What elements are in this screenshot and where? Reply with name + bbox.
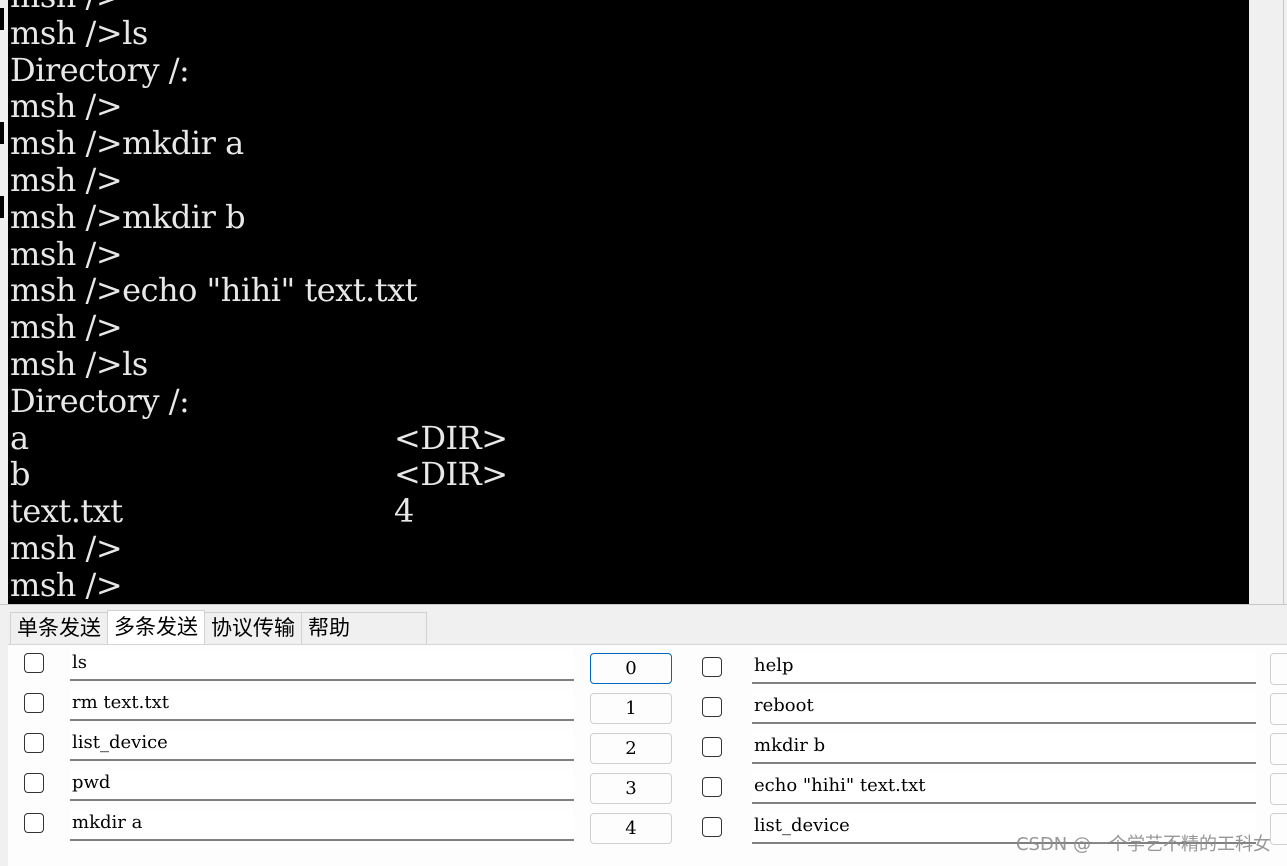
terminal-line: msh /> — [10, 160, 123, 199]
right-command-input[interactable]: reboot — [752, 692, 1256, 724]
terminal-line: msh />ls — [10, 13, 148, 52]
left-window-edge — [0, 0, 8, 604]
terminal-line: msh /> — [10, 0, 1249, 15]
right-row-checkbox[interactable] — [702, 777, 722, 797]
terminal-output[interactable]: msh />msh />lsDirectory /:msh />msh />mk… — [8, 0, 1249, 604]
left-edge-mark — [0, 8, 4, 30]
tab-1[interactable]: 多条发送 — [107, 610, 205, 644]
terminal-line: Directory /: — [10, 50, 190, 89]
terminal-line: msh />mkdir b — [10, 197, 246, 236]
terminal-line: Directory /: — [10, 381, 190, 420]
directory-entry-name: a — [10, 418, 29, 457]
terminal-line: msh /> — [10, 87, 123, 126]
left-command-input[interactable]: pwd — [70, 769, 574, 801]
right-row-checkbox[interactable] — [702, 737, 722, 757]
terminal-line: text.txt 4 — [10, 493, 1249, 530]
terminal-text: msh />msh />lsDirectory /:msh />msh />mk… — [10, 0, 1249, 604]
directory-entry-name: text.txt — [10, 492, 123, 531]
directory-entry-info: 4 — [394, 492, 414, 531]
tab-strip-filler — [356, 612, 427, 644]
terminal-line: a <DIR> — [10, 418, 1249, 457]
terminal-line: msh /> — [10, 234, 123, 273]
right-send-button[interactable] — [1270, 653, 1287, 685]
right-command-input[interactable]: help — [752, 652, 1256, 684]
directory-entry-name: b — [10, 455, 30, 494]
right-command-input[interactable]: echo "hihi" text.txt — [752, 772, 1256, 804]
terminal-line: msh />mkdir a — [10, 124, 244, 163]
watermark: CSDN @一个学艺不精的工科女 — [1015, 834, 1271, 855]
right-command-input[interactable]: mkdir b — [752, 732, 1256, 764]
left-row-checkbox[interactable] — [24, 693, 44, 713]
tab-0[interactable]: 单条发送 — [10, 612, 108, 644]
left-edge-mark — [0, 196, 4, 218]
directory-entry-info: <DIR> — [394, 418, 508, 457]
send-row-button[interactable]: 2 — [590, 733, 672, 764]
right-row-checkbox[interactable] — [702, 817, 722, 837]
right-send-button[interactable] — [1270, 813, 1287, 845]
multi-send-row: rm text.txt 1 reboot — [8, 689, 1287, 725]
left-row-checkbox[interactable] — [24, 653, 44, 673]
terminal-line: msh /> — [10, 565, 123, 604]
send-row-button[interactable]: 3 — [590, 773, 672, 804]
right-send-button[interactable] — [1270, 693, 1287, 725]
left-row-checkbox[interactable] — [24, 733, 44, 753]
terminal-line: msh /> — [10, 528, 123, 567]
send-row-button[interactable]: 0 — [590, 653, 672, 684]
right-send-button[interactable] — [1270, 733, 1287, 765]
right-row-checkbox[interactable] — [702, 697, 722, 717]
left-row-checkbox[interactable] — [24, 773, 44, 793]
right-border — [1283, 0, 1284, 604]
left-row-checkbox[interactable] — [24, 813, 44, 833]
left-command-input[interactable]: list_device — [70, 729, 574, 761]
left-edge-mark — [0, 122, 4, 144]
right-window-edge — [1249, 0, 1287, 604]
terminal-line: msh />echo "hihi" text.txt — [10, 271, 417, 310]
left-command-input[interactable]: ls — [70, 649, 574, 681]
multi-send-row: pwd 3 echo "hihi" text.txt — [8, 769, 1287, 805]
terminal-line: msh />ls — [10, 344, 148, 383]
multi-send-row: ls 0 help — [8, 649, 1287, 685]
send-row-button[interactable]: 4 — [590, 813, 672, 844]
send-mode-tabs: 单条发送 多条发送 协议传输 帮助 — [10, 610, 427, 644]
send-panel: 单条发送 多条发送 协议传输 帮助 ls 0 help rm text.txt 1 reboot… — [0, 604, 1287, 866]
right-row-checkbox[interactable] — [702, 657, 722, 677]
terminal-line: b <DIR> — [10, 456, 1249, 493]
directory-entry-info: <DIR> — [394, 455, 508, 494]
left-command-input[interactable]: rm text.txt — [70, 689, 574, 721]
right-send-button[interactable] — [1270, 773, 1287, 805]
tab-3[interactable]: 帮助 — [301, 612, 357, 644]
multi-send-row: list_device 2 mkdir b — [8, 729, 1287, 765]
left-command-input[interactable]: mkdir a — [70, 809, 574, 841]
terminal-line: msh /> — [10, 308, 123, 347]
tab-2[interactable]: 协议传输 — [204, 612, 302, 644]
send-row-button[interactable]: 1 — [590, 693, 672, 724]
